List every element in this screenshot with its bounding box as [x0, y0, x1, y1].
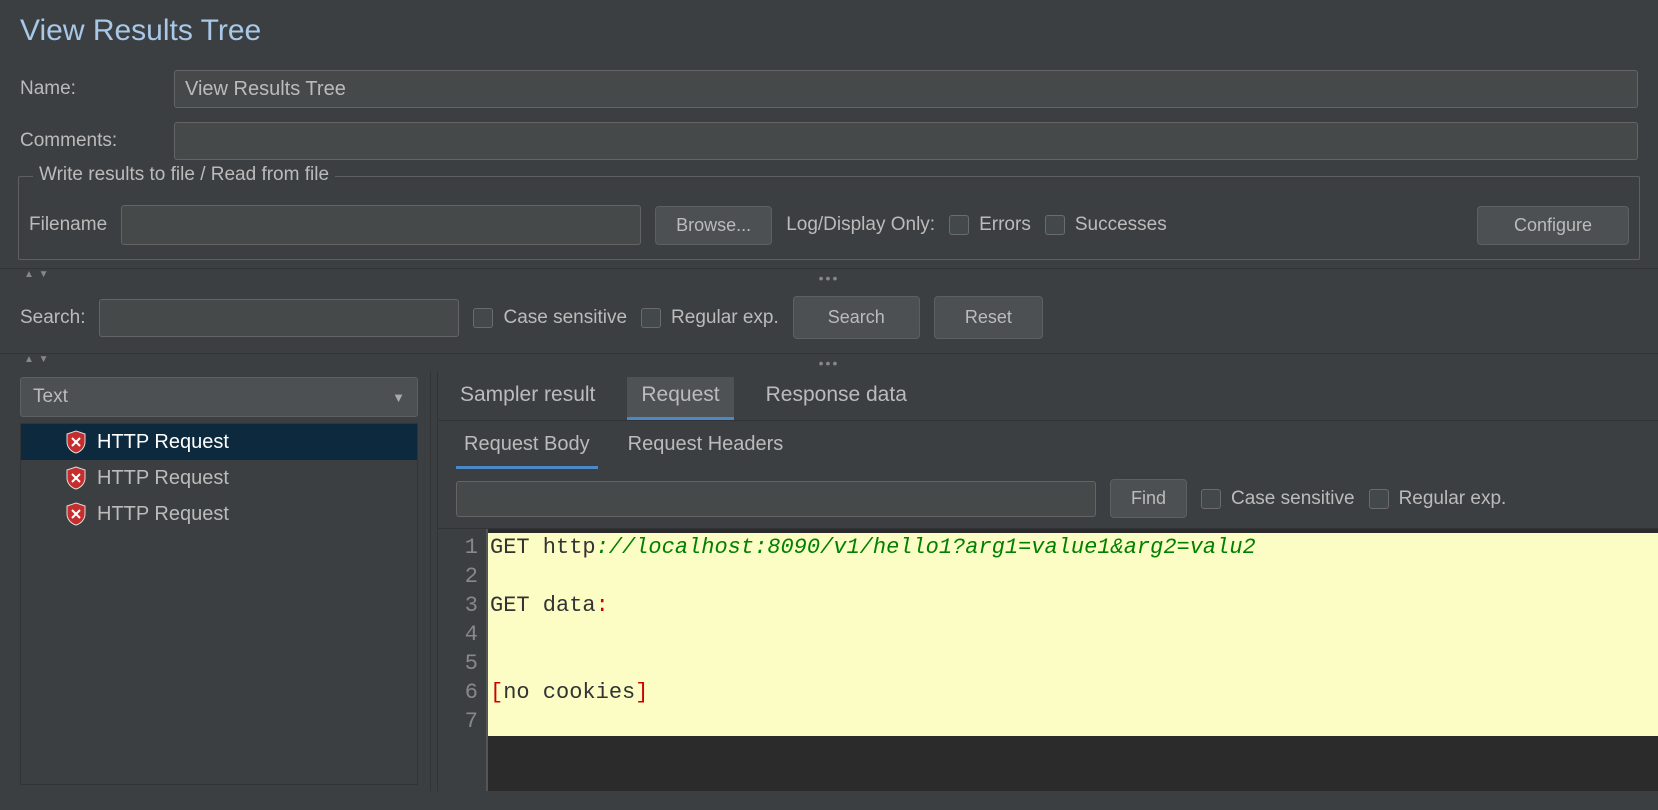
top-tabs: Sampler result Request Response data	[438, 371, 1658, 421]
checkbox-icon	[1045, 215, 1065, 235]
line-number: 1	[438, 533, 478, 562]
checkbox-icon	[1201, 489, 1221, 509]
comments-row: Comments:	[0, 118, 1658, 170]
tree-item[interactable]: HTTP Request	[21, 460, 417, 496]
search-input[interactable]	[99, 299, 459, 337]
splitter-arrows-icon: ▲ ▼	[24, 354, 50, 365]
code-line	[488, 707, 1658, 736]
configure-button[interactable]: Configure	[1477, 206, 1629, 245]
page-title: View Results Tree	[0, 0, 1658, 66]
line-number: 7	[438, 707, 478, 736]
find-case-sensitive-checkbox[interactable]: Case sensitive	[1201, 488, 1355, 510]
shield-error-icon	[65, 502, 87, 526]
tree-item[interactable]: HTTP Request	[21, 496, 417, 532]
line-number: 6	[438, 678, 478, 707]
filename-input[interactable]	[121, 205, 641, 245]
renderer-select[interactable]: Text ▼	[20, 377, 418, 417]
tree-item-label: HTTP Request	[97, 431, 229, 454]
log-display-label: Log/Display Only:	[786, 214, 935, 236]
code-line	[488, 649, 1658, 678]
results-tree[interactable]: HTTP Request HTTP Request HTTP Request	[20, 423, 418, 785]
tab-response-data[interactable]: Response data	[762, 377, 911, 420]
name-label: Name:	[20, 78, 160, 100]
browse-button[interactable]: Browse...	[655, 206, 772, 245]
search-button[interactable]: Search	[793, 296, 920, 339]
errors-checkbox[interactable]: Errors	[949, 214, 1031, 236]
regex-checkbox[interactable]: Regular exp.	[641, 307, 779, 329]
tab-request[interactable]: Request	[627, 377, 733, 420]
code-line	[488, 620, 1658, 649]
tab-sampler-result[interactable]: Sampler result	[456, 377, 599, 420]
splitter-arrows-icon: ▲ ▼	[24, 269, 50, 280]
code-line: GET http://localhost:8090/v1/hello1?arg1…	[488, 533, 1658, 562]
tree-item-label: HTTP Request	[97, 467, 229, 490]
comments-label: Comments:	[20, 130, 160, 152]
find-input[interactable]	[456, 481, 1096, 517]
right-panel: Sampler result Request Response data Req…	[438, 371, 1658, 791]
filename-label: Filename	[29, 214, 107, 236]
search-label: Search:	[20, 307, 85, 329]
name-row: Name:	[0, 66, 1658, 118]
splitter-handle-icon: •••	[819, 270, 840, 286]
sub-tabs: Request Body Request Headers	[438, 421, 1658, 469]
regex-label: Regular exp.	[671, 307, 779, 329]
tree-item[interactable]: HTTP Request	[21, 424, 417, 460]
name-input[interactable]	[174, 70, 1638, 108]
splitter[interactable]: ▲ ▼ •••	[0, 268, 1658, 286]
line-number: 3	[438, 591, 478, 620]
subtab-request-body[interactable]: Request Body	[456, 427, 598, 469]
comments-input[interactable]	[174, 122, 1638, 160]
checkbox-icon	[641, 308, 661, 328]
code-area[interactable]: GET http://localhost:8090/v1/hello1?arg1…	[488, 529, 1658, 791]
chevron-down-icon: ▼	[392, 390, 405, 405]
shield-error-icon	[65, 430, 87, 454]
find-button[interactable]: Find	[1110, 479, 1187, 518]
shield-error-icon	[65, 466, 87, 490]
checkbox-icon	[1369, 489, 1389, 509]
file-group: Write results to file / Read from file F…	[18, 176, 1640, 260]
find-regex-checkbox[interactable]: Regular exp.	[1369, 488, 1507, 510]
errors-label: Errors	[979, 214, 1031, 236]
subtab-request-headers[interactable]: Request Headers	[620, 427, 792, 469]
code-editor[interactable]: 1 2 3 4 5 6 7 GET http://localhost:8090/…	[438, 528, 1658, 791]
case-sensitive-checkbox[interactable]: Case sensitive	[473, 307, 627, 329]
line-number: 5	[438, 649, 478, 678]
code-line: [no cookies]	[488, 678, 1658, 707]
search-bar: Search: Case sensitive Regular exp. Sear…	[0, 286, 1658, 353]
find-bar: Find Case sensitive Regular exp.	[438, 469, 1658, 528]
tree-item-label: HTTP Request	[97, 503, 229, 526]
line-number: 2	[438, 562, 478, 591]
main-area: Text ▼ HTTP Request HTTP Request HTTP	[0, 371, 1658, 791]
code-line	[488, 562, 1658, 591]
successes-label: Successes	[1075, 214, 1167, 236]
find-regex-label: Regular exp.	[1399, 488, 1507, 510]
checkbox-icon	[949, 215, 969, 235]
case-sensitive-label: Case sensitive	[503, 307, 627, 329]
checkbox-icon	[473, 308, 493, 328]
file-group-title: Write results to file / Read from file	[33, 164, 335, 186]
splitter[interactable]: ▲ ▼ •••	[0, 353, 1658, 371]
successes-checkbox[interactable]: Successes	[1045, 214, 1167, 236]
line-number: 4	[438, 620, 478, 649]
code-line: GET data:	[488, 591, 1658, 620]
vertical-splitter[interactable]	[430, 371, 438, 791]
left-panel: Text ▼ HTTP Request HTTP Request HTTP	[0, 371, 430, 791]
gutter: 1 2 3 4 5 6 7	[438, 529, 486, 791]
renderer-value: Text	[33, 386, 68, 408]
reset-button[interactable]: Reset	[934, 296, 1043, 339]
find-case-sensitive-label: Case sensitive	[1231, 488, 1355, 510]
splitter-handle-icon: •••	[819, 355, 840, 371]
